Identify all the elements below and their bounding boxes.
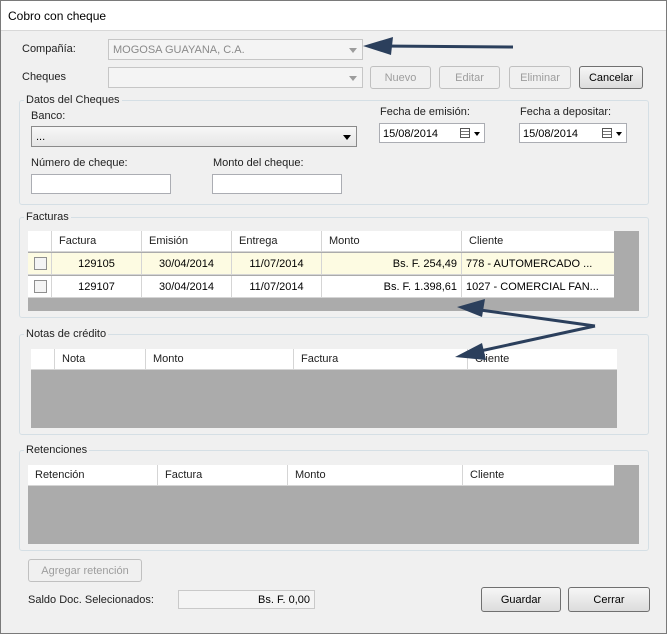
col-cliente[interactable]: Cliente xyxy=(462,231,614,252)
col-factura[interactable]: Factura xyxy=(158,465,288,486)
company-select[interactable]: MOGOSA GUAYANA, C.A. xyxy=(108,39,363,60)
saldo-label: Saldo Doc. Selecionados: xyxy=(28,594,154,606)
cheques-select[interactable] xyxy=(108,67,363,88)
cell-monto: Bs. F. 1.398,61 xyxy=(322,276,462,298)
col-cliente[interactable]: Cliente xyxy=(463,465,614,486)
editar-button[interactable]: Editar xyxy=(439,66,500,89)
banco-label: Banco: xyxy=(31,110,66,122)
col-monto[interactable]: Monto xyxy=(288,465,463,486)
facturas-grid-header: Factura Emisión Entrega Monto Cliente xyxy=(28,231,614,252)
calendar-icon[interactable] xyxy=(460,128,470,138)
col-select[interactable] xyxy=(28,231,52,252)
saldo-value: Bs. F. 0,00 xyxy=(178,590,315,609)
eliminar-button[interactable]: Eliminar xyxy=(509,66,571,89)
row-checkbox[interactable] xyxy=(34,280,47,293)
company-value: MOGOSA GUAYANA, C.A. xyxy=(113,44,245,56)
cell-entrega: 11/07/2014 xyxy=(232,276,322,298)
agregar-retencion-button[interactable]: Agregar retención xyxy=(28,559,142,582)
monto-cheque-input[interactable] xyxy=(212,174,342,194)
row-checkbox[interactable] xyxy=(34,257,47,270)
cobro-cheque-window: Cobro con cheque Compañía: MOGOSA GUAYAN… xyxy=(0,0,667,634)
col-monto[interactable]: Monto xyxy=(146,349,294,370)
retenciones-grid-header: Retención Factura Monto Cliente xyxy=(28,465,614,486)
notas-grid-header: Nota Monto Factura Cliente xyxy=(31,349,617,370)
annotation-arrow-icon xyxy=(363,37,514,55)
numero-cheque-label: Número de cheque: xyxy=(31,157,128,169)
table-row[interactable]: 129105 30/04/2014 11/07/2014 Bs. F. 254,… xyxy=(28,253,614,275)
cell-factura: 129105 xyxy=(52,253,142,275)
col-nota[interactable]: Nota xyxy=(55,349,146,370)
cell-factura: 129107 xyxy=(52,276,142,298)
col-monto[interactable]: Monto xyxy=(322,231,462,252)
col-entrega[interactable]: Entrega xyxy=(232,231,322,252)
col-factura[interactable]: Factura xyxy=(294,349,468,370)
facturas-title: Facturas xyxy=(24,211,71,223)
company-label: Compañía: xyxy=(22,43,76,55)
cell-emision: 30/04/2014 xyxy=(142,253,232,275)
table-row[interactable]: 129107 30/04/2014 11/07/2014 Bs. F. 1.39… xyxy=(28,276,614,298)
title-bar[interactable]: Cobro con cheque xyxy=(1,1,666,31)
monto-cheque-label: Monto del cheque: xyxy=(213,157,304,169)
fecha-emision-label: Fecha de emisión: xyxy=(380,106,470,118)
cerrar-button[interactable]: Cerrar xyxy=(568,587,650,612)
col-factura[interactable]: Factura xyxy=(52,231,142,252)
cell-cliente: 778 - AUTOMERCADO ... xyxy=(466,258,593,270)
numero-cheque-input[interactable] xyxy=(31,174,171,194)
chevron-down-icon xyxy=(349,76,357,81)
datos-cheque-title: Datos del Cheques xyxy=(24,94,122,106)
fecha-emision-picker[interactable]: 15/08/2014 xyxy=(379,123,485,143)
fecha-depositar-value: 15/08/2014 xyxy=(523,128,579,140)
nuevo-button[interactable]: Nuevo xyxy=(370,66,431,89)
chevron-down-icon xyxy=(343,135,351,140)
banco-select[interactable]: ... xyxy=(31,126,357,147)
fecha-depositar-picker[interactable]: 15/08/2014 xyxy=(519,123,627,143)
fecha-depositar-label: Fecha a depositar: xyxy=(520,106,612,118)
cell-emision: 30/04/2014 xyxy=(142,276,232,298)
chevron-down-icon xyxy=(349,48,357,53)
fecha-emision-value: 15/08/2014 xyxy=(383,128,439,140)
notas-credito-grid[interactable]: Nota Monto Factura Cliente xyxy=(31,349,617,428)
notas-credito-title: Notas de crédito xyxy=(24,328,109,340)
row-checkbox-cell xyxy=(28,276,52,298)
cheques-label: Cheques xyxy=(22,71,67,83)
chevron-down-icon[interactable] xyxy=(474,132,480,136)
cell-entrega: 11/07/2014 xyxy=(232,253,322,275)
cell-monto: Bs. F. 254,49 xyxy=(322,253,462,275)
cell-cliente: 1027 - COMERCIAL FAN... xyxy=(466,281,599,293)
col-select[interactable] xyxy=(31,349,55,370)
banco-value: ... xyxy=(36,131,46,143)
col-cliente[interactable]: Cliente xyxy=(468,349,617,370)
window-title: Cobro con cheque xyxy=(8,9,107,23)
guardar-button[interactable]: Guardar xyxy=(481,587,561,612)
facturas-grid[interactable]: Factura Emisión Entrega Monto Cliente 12… xyxy=(28,231,639,311)
col-emision[interactable]: Emisión xyxy=(142,231,232,252)
chevron-down-icon[interactable] xyxy=(616,132,622,136)
retenciones-title: Retenciones xyxy=(24,444,90,456)
cancelar-button[interactable]: Cancelar xyxy=(579,66,643,89)
calendar-icon[interactable] xyxy=(602,128,612,138)
retenciones-grid[interactable]: Retención Factura Monto Cliente xyxy=(28,465,639,544)
row-checkbox-cell xyxy=(28,253,52,275)
col-retencion[interactable]: Retención xyxy=(28,465,158,486)
